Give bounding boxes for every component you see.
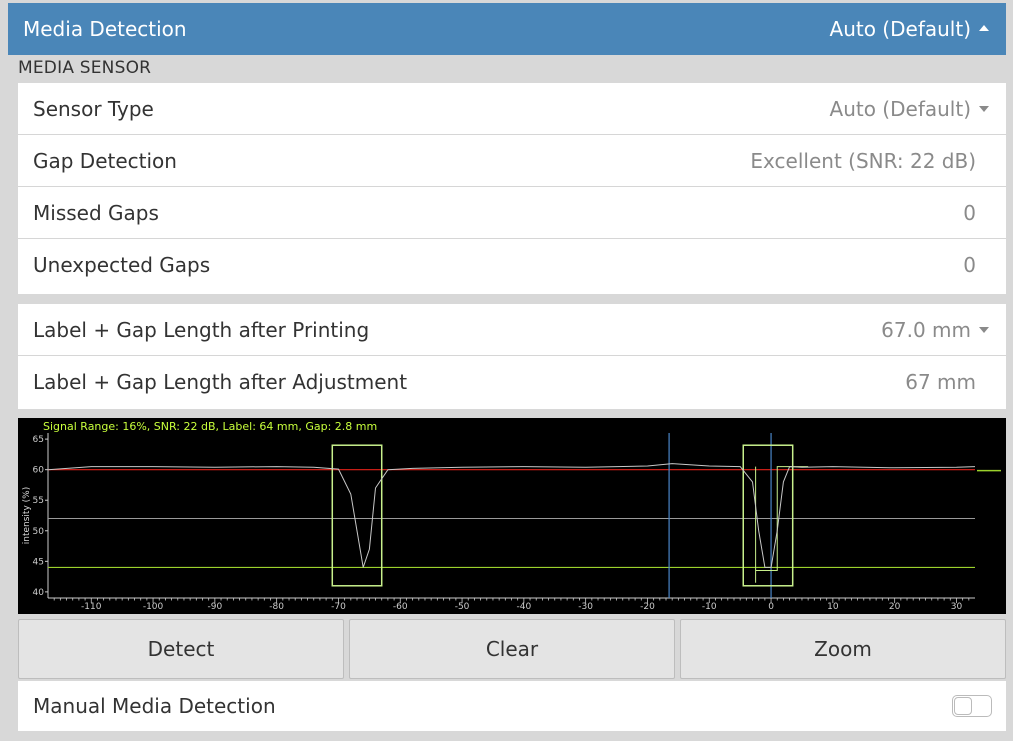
length-settings-group: Label + Gap Length after Printing 67.0 m… [18,304,1006,409]
header-title: Media Detection [23,17,187,41]
header-value: Auto (Default) [829,17,971,41]
x-tick-label: -90 [208,602,223,612]
media-detection-header[interactable]: Media Detection Auto (Default) [8,3,1006,55]
x-tick-label: -10 [702,602,717,612]
y-tick-label: 40 [33,588,45,598]
zoom-button[interactable]: Zoom [680,619,1006,679]
sensor-settings-group: Sensor Type Auto (Default) Gap Detection… [18,83,1006,294]
row-label: Gap Detection [33,148,177,173]
gap-detection-value: Excellent (SNR: 22 dB) [750,148,976,173]
manual-media-detection-row: Manual Media Detection [18,681,1006,731]
length-after-adjustment-value: 67 mm [905,370,976,394]
signal-line [47,463,976,568]
chevron-down-icon [979,326,989,333]
signal-chart-svg: Signal Range: 16%, SNR: 22 dB, Label: 64… [22,420,1001,612]
length-after-adjustment-row: Label + Gap Length after Adjustment 67 m… [18,356,1006,408]
x-tick-label: -30 [578,602,593,612]
x-tick-label: 0 [768,602,774,612]
chevron-up-icon [979,25,989,31]
row-label: Missed Gaps [33,200,159,225]
y-tick-label: 45 [33,557,44,567]
section-title: MEDIA SENSOR [18,58,152,78]
toggle-knob [954,697,972,715]
y-tick-label: 65 [33,435,44,445]
y-tick-label: 60 [33,466,45,476]
x-tick-label: -110 [81,602,102,612]
length-after-printing-row[interactable]: Label + Gap Length after Printing 67.0 m… [18,304,1006,356]
x-tick-label: 10 [827,602,839,612]
gap-detection-row: Gap Detection Excellent (SNR: 22 dB) [18,135,1006,187]
detect-button[interactable]: Detect [18,619,344,679]
x-tick-label: -40 [517,602,532,612]
y-axis-label: intensity (%) [22,487,32,544]
manual-media-detection-label: Manual Media Detection [33,694,276,718]
length-after-printing-value: 67.0 mm [881,317,971,342]
x-tick-label: -20 [640,602,655,612]
signal-chart: Signal Range: 16%, SNR: 22 dB, Label: 64… [18,418,1006,614]
unexpected-gaps-row: Unexpected Gaps 0 [18,239,1006,291]
manual-detection-toggle[interactable] [952,695,992,717]
gap-box [331,444,383,587]
y-tick-label: 55 [33,496,44,506]
row-label: Sensor Type [33,96,154,121]
sensor-type-row[interactable]: Sensor Type Auto (Default) [18,83,1006,135]
row-label: Label + Gap Length after Adjustment [33,370,408,394]
row-label: Label + Gap Length after Printing [33,317,370,342]
unexpected-gaps-value: 0 [963,253,976,277]
chart-title: Signal Range: 16%, SNR: 22 dB, Label: 64… [43,420,377,433]
missed-gaps-row: Missed Gaps 0 [18,187,1006,239]
row-label: Unexpected Gaps [33,253,211,277]
x-tick-label: -60 [393,602,408,612]
x-tick-label: -80 [269,602,284,612]
y-tick-label: 50 [33,527,45,537]
x-tick-label: -50 [455,602,470,612]
sensor-type-value: Auto (Default) [829,96,971,121]
chevron-down-icon [979,105,989,112]
x-tick-label: 30 [951,602,963,612]
x-tick-label: 20 [889,602,901,612]
x-tick-label: -70 [331,602,346,612]
missed-gaps-value: 0 [963,200,976,225]
clear-button[interactable]: Clear [349,619,675,679]
x-tick-label: -100 [143,602,164,612]
action-buttons: Detect Clear Zoom [18,619,1006,679]
